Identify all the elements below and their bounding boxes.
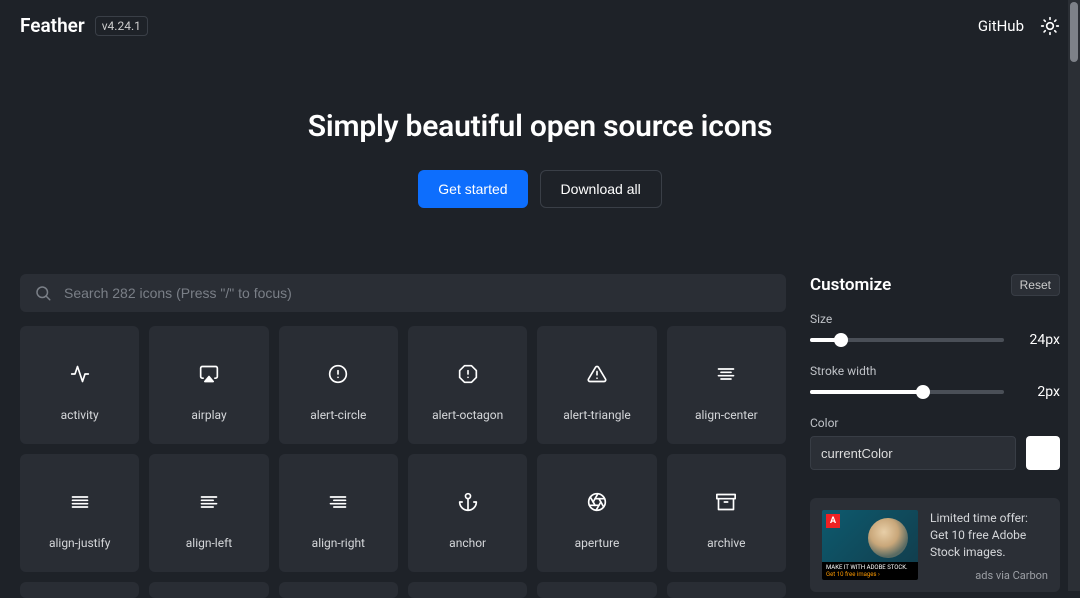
size-label: Size [810, 312, 1060, 326]
scrollbar-thumb[interactable] [1070, 2, 1078, 62]
icon-label: alert-octagon [432, 408, 503, 422]
github-link[interactable]: GitHub [978, 17, 1024, 35]
hero-title: Simply beautiful open source icons [0, 109, 1080, 144]
icon-card[interactable] [279, 582, 398, 598]
icon-card[interactable] [667, 582, 786, 598]
align-center-icon [716, 364, 736, 384]
color-input[interactable] [810, 436, 1016, 470]
ad-via-link[interactable]: ads via Carbon [975, 569, 1048, 582]
icon-label: anchor [449, 536, 486, 550]
icon-card-anchor[interactable]: anchor [408, 454, 527, 572]
airplay-icon [199, 364, 219, 384]
alert-octagon-icon [458, 364, 478, 384]
color-label: Color [810, 416, 1060, 430]
icon-label: align-right [312, 536, 365, 550]
get-started-button[interactable]: Get started [418, 170, 527, 208]
search-bar[interactable] [20, 274, 786, 312]
icon-card[interactable] [537, 582, 656, 598]
icon-card-align-center[interactable]: align-center [667, 326, 786, 444]
icon-card-align-right[interactable]: align-right [279, 454, 398, 572]
icon-card-archive[interactable]: archive [667, 454, 786, 572]
scrollbar[interactable] [1068, 0, 1080, 591]
icon-card-alert-triangle[interactable]: alert-triangle [537, 326, 656, 444]
stroke-label: Stroke width [810, 364, 1060, 378]
icon-label: align-center [695, 408, 758, 422]
customize-title: Customize [810, 275, 1011, 295]
ad-image: A MAKE IT WITH ADOBE STOCK.Get 10 free i… [822, 510, 918, 580]
theme-toggle-button[interactable] [1040, 16, 1060, 36]
icon-card[interactable] [20, 582, 139, 598]
stroke-value: 2px [1018, 384, 1060, 400]
align-left-icon [199, 492, 219, 512]
icon-label: align-justify [49, 536, 110, 550]
sun-icon [1040, 16, 1060, 36]
version-badge[interactable]: v4.24.1 [95, 16, 148, 36]
align-justify-icon [70, 492, 90, 512]
search-input[interactable] [64, 285, 772, 301]
icon-card[interactable] [149, 582, 268, 598]
aperture-icon [587, 492, 607, 512]
icon-label: aperture [575, 536, 620, 550]
size-slider[interactable] [810, 338, 1004, 342]
icon-label: alert-triangle [563, 408, 631, 422]
search-icon [34, 284, 52, 302]
activity-icon [70, 364, 90, 384]
download-all-button[interactable]: Download all [540, 170, 662, 208]
icon-label: alert-circle [310, 408, 366, 422]
color-swatch[interactable] [1026, 436, 1060, 470]
alert-circle-icon [328, 364, 348, 384]
icon-card-align-left[interactable]: align-left [149, 454, 268, 572]
anchor-icon [458, 492, 478, 512]
icon-label: airplay [191, 408, 226, 422]
icon-label: align-left [186, 536, 232, 550]
reset-button[interactable]: Reset [1011, 274, 1060, 296]
icon-label: archive [707, 536, 745, 550]
stroke-slider[interactable] [810, 390, 1004, 394]
icon-card-alert-octagon[interactable]: alert-octagon [408, 326, 527, 444]
archive-icon [716, 492, 736, 512]
icon-card-airplay[interactable]: airplay [149, 326, 268, 444]
icon-card[interactable] [408, 582, 527, 598]
icon-card-aperture[interactable]: aperture [537, 454, 656, 572]
size-value: 24px [1018, 332, 1060, 348]
icon-card-activity[interactable]: activity [20, 326, 139, 444]
icon-card-align-justify[interactable]: align-justify [20, 454, 139, 572]
alert-triangle-icon [587, 364, 607, 384]
icon-card-alert-circle[interactable]: alert-circle [279, 326, 398, 444]
logo[interactable]: Feather [20, 14, 85, 37]
icon-label: activity [61, 408, 99, 422]
ad-card[interactable]: A MAKE IT WITH ADOBE STOCK.Get 10 free i… [810, 498, 1060, 592]
align-right-icon [328, 492, 348, 512]
